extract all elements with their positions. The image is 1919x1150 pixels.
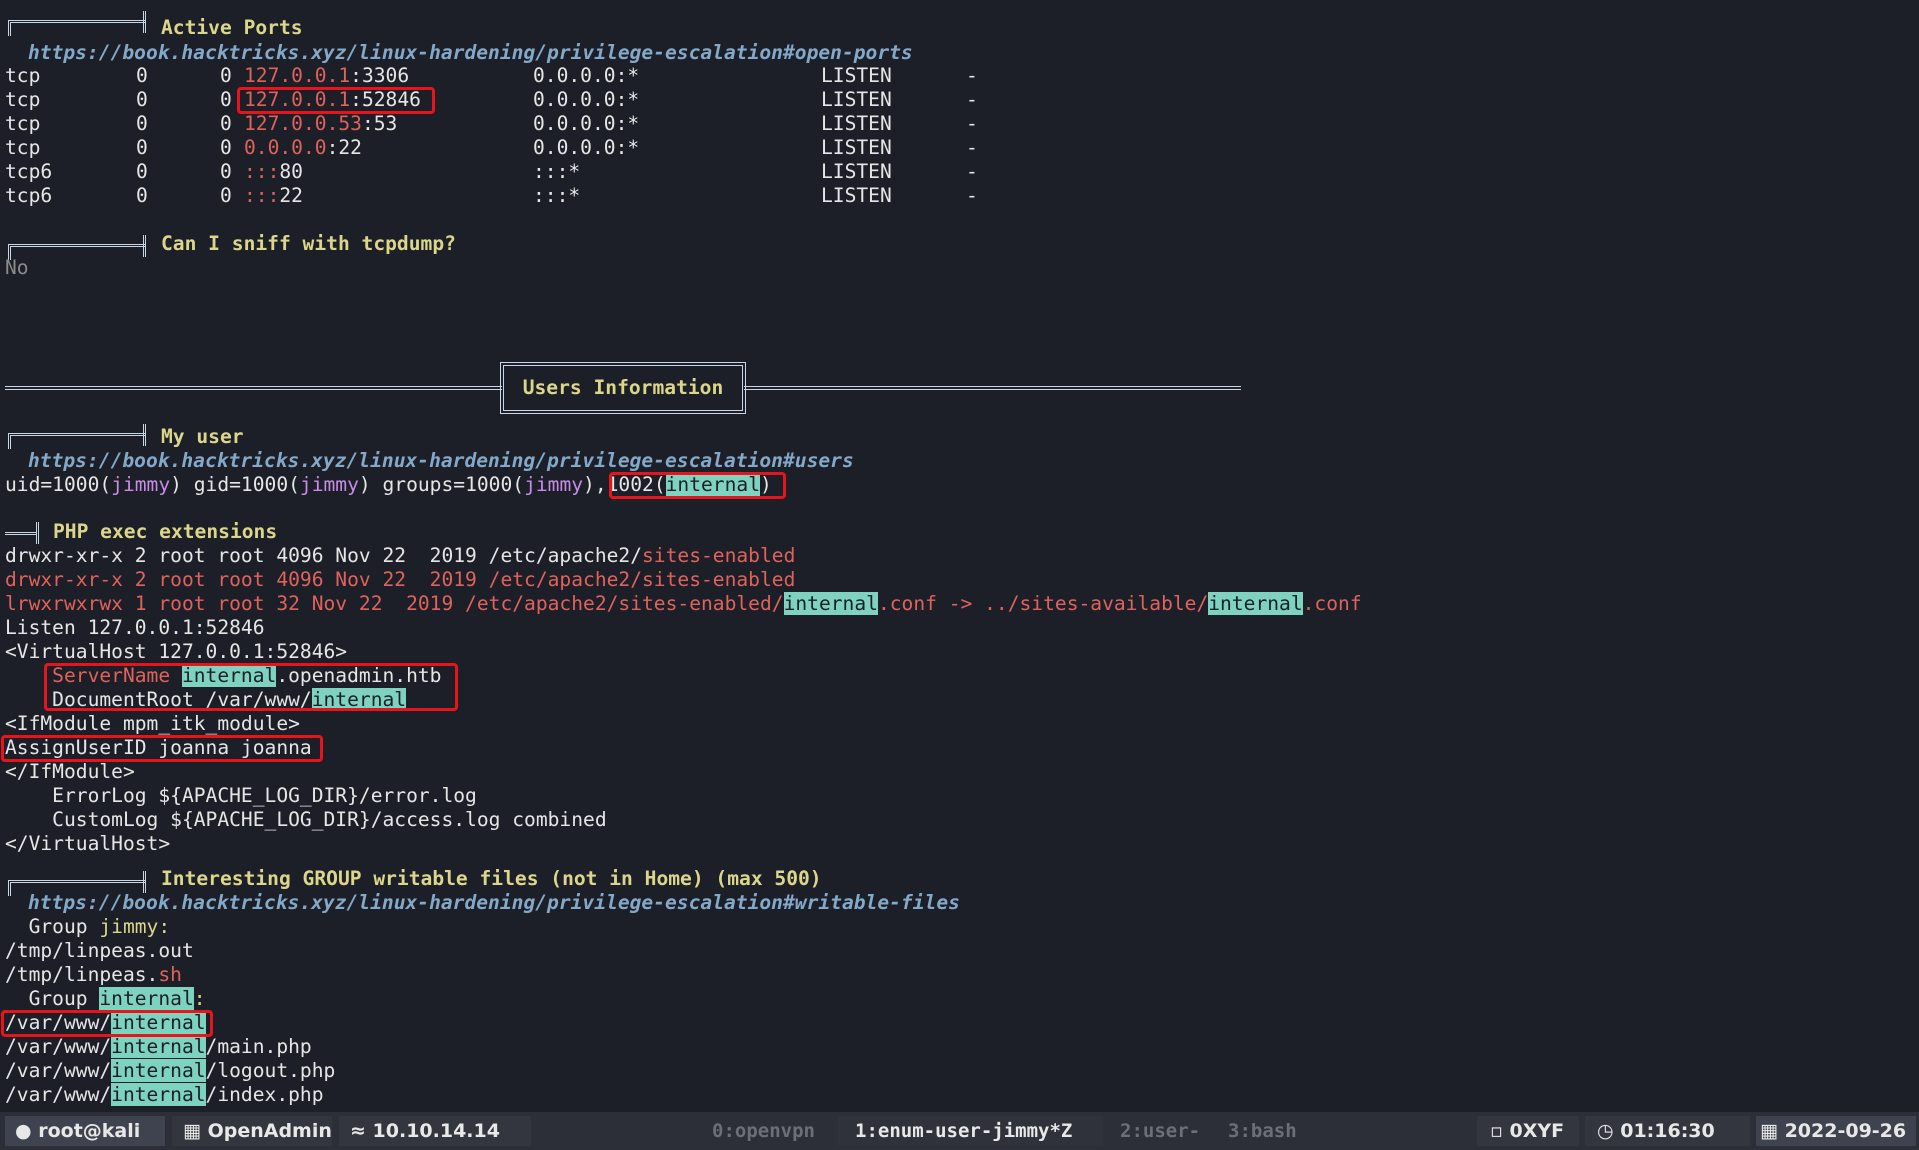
php-line: </IfModule> bbox=[5, 760, 135, 783]
port-pid: - bbox=[966, 112, 978, 135]
section-title: Can I sniff with tcpdump? bbox=[161, 232, 456, 255]
ip-segment: ≈ 10.10.14.14 bbox=[350, 1120, 500, 1142]
highlight-box bbox=[237, 87, 435, 114]
port-pid: - bbox=[966, 184, 978, 207]
foreign-addr: 0.0.0.0:* bbox=[533, 88, 640, 111]
section-title: PHP exec extensions bbox=[53, 520, 278, 543]
port-state: LISTEN bbox=[821, 136, 892, 159]
file-line: /var/www/internal/main.php bbox=[5, 1035, 312, 1058]
file-line: /var/www/internal/logout.php bbox=[5, 1059, 336, 1082]
section-bracket bbox=[8, 235, 146, 260]
section-title: My user bbox=[161, 425, 244, 448]
file-line: /var/www/internal/index.php bbox=[5, 1083, 324, 1106]
banner-line bbox=[5, 386, 502, 390]
clock-icon: ◷ bbox=[1597, 1120, 1614, 1142]
highlight-box bbox=[44, 663, 458, 711]
port-row: tcp 0 0 0.0.0.0:22 bbox=[5, 136, 362, 159]
foreign-addr: :::* bbox=[533, 184, 581, 207]
tmux-status-bar: ● root@kali ▦ OpenAdmin ≈ 10.10.14.14 0:… bbox=[0, 1112, 1919, 1150]
section-bracket bbox=[8, 11, 146, 36]
foreign-addr: :::* bbox=[533, 160, 581, 183]
banner-line bbox=[744, 386, 1241, 390]
box-icon: ▫ bbox=[1490, 1120, 1503, 1142]
section-title: Interesting GROUP writable files (not in… bbox=[161, 867, 822, 890]
highlight-box bbox=[1, 1010, 213, 1037]
file-line: /tmp/linpeas.out bbox=[5, 939, 194, 962]
php-line: drwxr-xr-x 2 root root 4096 Nov 22 2019 … bbox=[5, 544, 796, 567]
section-bracket bbox=[8, 424, 146, 449]
section-bracket bbox=[36, 522, 39, 544]
php-line: <VirtualHost 127.0.0.1:52846> bbox=[5, 640, 348, 663]
group-line: Group jimmy: bbox=[5, 915, 171, 938]
section-bracket bbox=[5, 532, 37, 535]
window-tab[interactable]: 3:bash bbox=[1228, 1117, 1297, 1145]
hacktricks-link[interactable]: https://book.hacktricks.xyz/linux-harden… bbox=[28, 449, 854, 473]
section-title: Active Ports bbox=[161, 16, 303, 39]
session-icon: ▦ bbox=[183, 1120, 201, 1142]
php-line: </VirtualHost> bbox=[5, 832, 171, 855]
php-line: <IfModule mpm_itk_module> bbox=[5, 712, 300, 735]
date-segment: ▦ 2022-09-26 bbox=[1760, 1120, 1907, 1142]
port-row: tcp 0 0 127.0.0.53:53 bbox=[5, 112, 398, 135]
calendar-icon: ▦ bbox=[1760, 1120, 1778, 1142]
port-state: LISTEN bbox=[821, 64, 892, 87]
port-pid: - bbox=[966, 136, 978, 159]
file-line: /tmp/linpeas.sh bbox=[5, 963, 182, 986]
time-segment: ◷ 01:16:30 bbox=[1597, 1120, 1715, 1142]
port-pid: - bbox=[966, 88, 978, 111]
php-line: ErrorLog ${APACHE_LOG_DIR}/error.log bbox=[5, 784, 477, 807]
host-segment: ▫ 0XYF bbox=[1490, 1120, 1565, 1142]
foreign-addr: 0.0.0.0:* bbox=[533, 64, 640, 87]
users-info-banner: Users Information bbox=[500, 362, 746, 414]
foreign-addr: 0.0.0.0:* bbox=[533, 136, 640, 159]
php-line: drwxr-xr-x 2 root root 4096 Nov 22 2019 … bbox=[5, 568, 796, 591]
hacktricks-link[interactable]: https://book.hacktricks.xyz/linux-harden… bbox=[28, 891, 960, 915]
session-segment: ▦ OpenAdmin bbox=[183, 1120, 332, 1142]
port-pid: - bbox=[966, 160, 978, 183]
window-tab[interactable]: 0:openvpn bbox=[712, 1117, 815, 1145]
window-tab[interactable]: 2:user- bbox=[1120, 1117, 1200, 1145]
port-row: tcp6 0 0:::22 bbox=[5, 184, 303, 207]
highlight-box bbox=[1, 735, 323, 762]
foreign-addr: 0.0.0.0:* bbox=[533, 112, 640, 135]
php-line: CustomLog ${APACHE_LOG_DIR}/access.log c… bbox=[5, 808, 607, 831]
group-line: Group internal: bbox=[5, 987, 206, 1010]
port-row: tcp6 0 0:::80 bbox=[5, 160, 303, 183]
window-tab-active[interactable]: 1:enum-user-jimmy*Z bbox=[855, 1117, 1072, 1145]
php-line: lrwxrwxrwx 1 root root 32 Nov 22 2019 /e… bbox=[5, 592, 1362, 615]
highlight-box bbox=[609, 472, 786, 499]
port-row: tcp 0 0 127.0.0.1:3306 bbox=[5, 64, 410, 87]
php-line: Listen 127.0.0.1:52846 bbox=[5, 616, 265, 639]
port-state: LISTEN bbox=[821, 160, 892, 183]
user-icon: ● bbox=[15, 1120, 32, 1142]
user-segment: ● root@kali bbox=[15, 1120, 141, 1142]
port-state: LISTEN bbox=[821, 112, 892, 135]
port-state: LISTEN bbox=[821, 184, 892, 207]
port-pid: - bbox=[966, 64, 978, 87]
sniff-answer: No bbox=[5, 256, 29, 279]
hacktricks-link[interactable]: https://book.hacktricks.xyz/linux-harden… bbox=[28, 41, 913, 65]
rss-icon: ≈ bbox=[350, 1120, 366, 1142]
port-state: LISTEN bbox=[821, 88, 892, 111]
terminal-output: Active Ports https://book.hacktricks.xyz… bbox=[0, 0, 1919, 1112]
